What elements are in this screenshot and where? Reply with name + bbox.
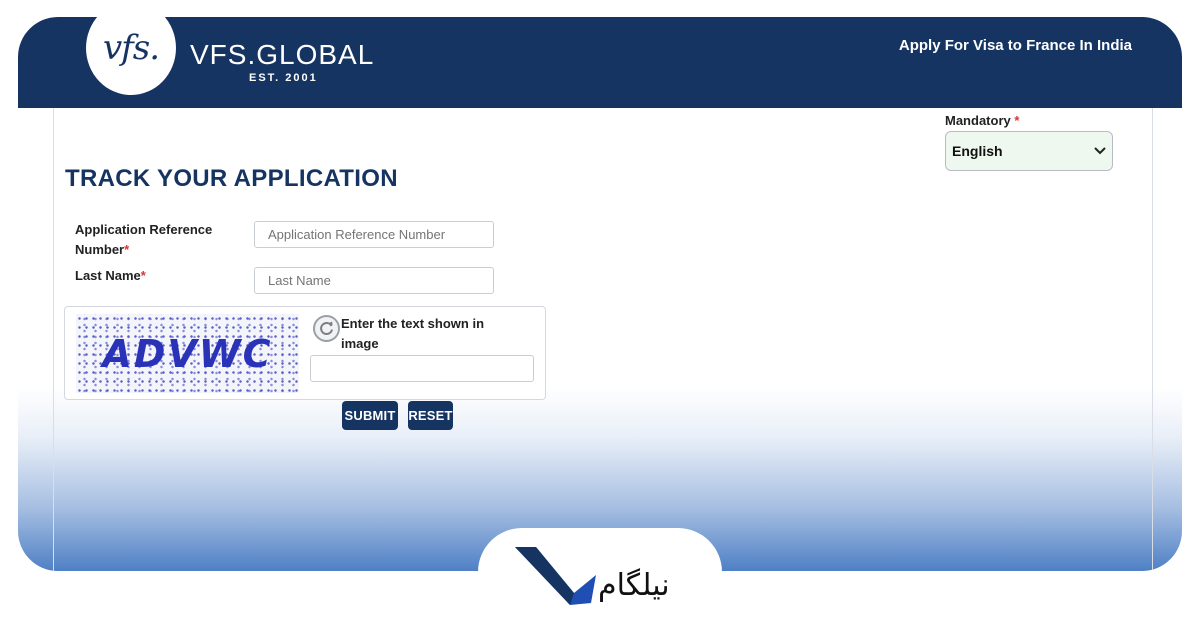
chevron-down-icon xyxy=(1094,144,1106,158)
page-title: TRACK YOUR APPLICATION xyxy=(65,165,398,192)
screenshot-card: vfs. VFS.GLOBAL EST. 2001 Apply For Visa… xyxy=(18,17,1182,571)
submit-button[interactable]: SUBMIT xyxy=(342,401,398,430)
main-content: Mandatory * English TRACK YOUR APPLICATI… xyxy=(53,108,1153,571)
reference-label-line1: Application Reference xyxy=(75,222,213,237)
language-select[interactable]: English xyxy=(945,131,1113,171)
site-header: vfs. VFS.GLOBAL EST. 2001 Apply For Visa… xyxy=(18,17,1182,108)
brand-name: VFS.GLOBAL xyxy=(190,39,375,70)
required-marker: * xyxy=(1014,113,1020,128)
mandatory-label: Mandatory * xyxy=(945,113,1019,128)
captcha-image-text: ADVWC xyxy=(102,331,273,376)
nilgam-logo-icon xyxy=(515,547,596,605)
captcha-input[interactable] xyxy=(310,355,534,382)
last-name-input[interactable] xyxy=(254,267,494,294)
captcha-prompt: Enter the text shown in image xyxy=(341,316,485,351)
captcha-panel: ADVWC Enter the text shown in image xyxy=(64,306,546,400)
reference-number-label: Application Reference Number* xyxy=(75,220,212,260)
last-name-label: Last Name* xyxy=(75,266,146,286)
mandatory-text: Mandatory xyxy=(945,113,1011,128)
reset-button[interactable]: RESET xyxy=(408,401,453,430)
watermark-brand: نیلگام xyxy=(598,568,670,603)
refresh-icon[interactable] xyxy=(313,315,340,342)
page-frame: vfs. VFS.GLOBAL EST. 2001 Apply For Visa… xyxy=(0,0,1200,630)
reference-number-input[interactable] xyxy=(254,221,494,248)
last-name-label-text: Last Name xyxy=(75,268,141,283)
captcha-image: ADVWC xyxy=(76,314,299,393)
logo-mark: vfs. xyxy=(102,28,160,68)
reference-label-line2: Number xyxy=(75,242,125,257)
brand-established: EST. 2001 xyxy=(249,72,318,84)
language-selected-value: English xyxy=(952,143,1003,159)
required-marker: * xyxy=(124,242,130,257)
required-marker: * xyxy=(140,268,146,283)
vfs-logo[interactable]: vfs. xyxy=(86,17,176,95)
header-title: Apply For Visa to France In India xyxy=(898,37,1132,54)
